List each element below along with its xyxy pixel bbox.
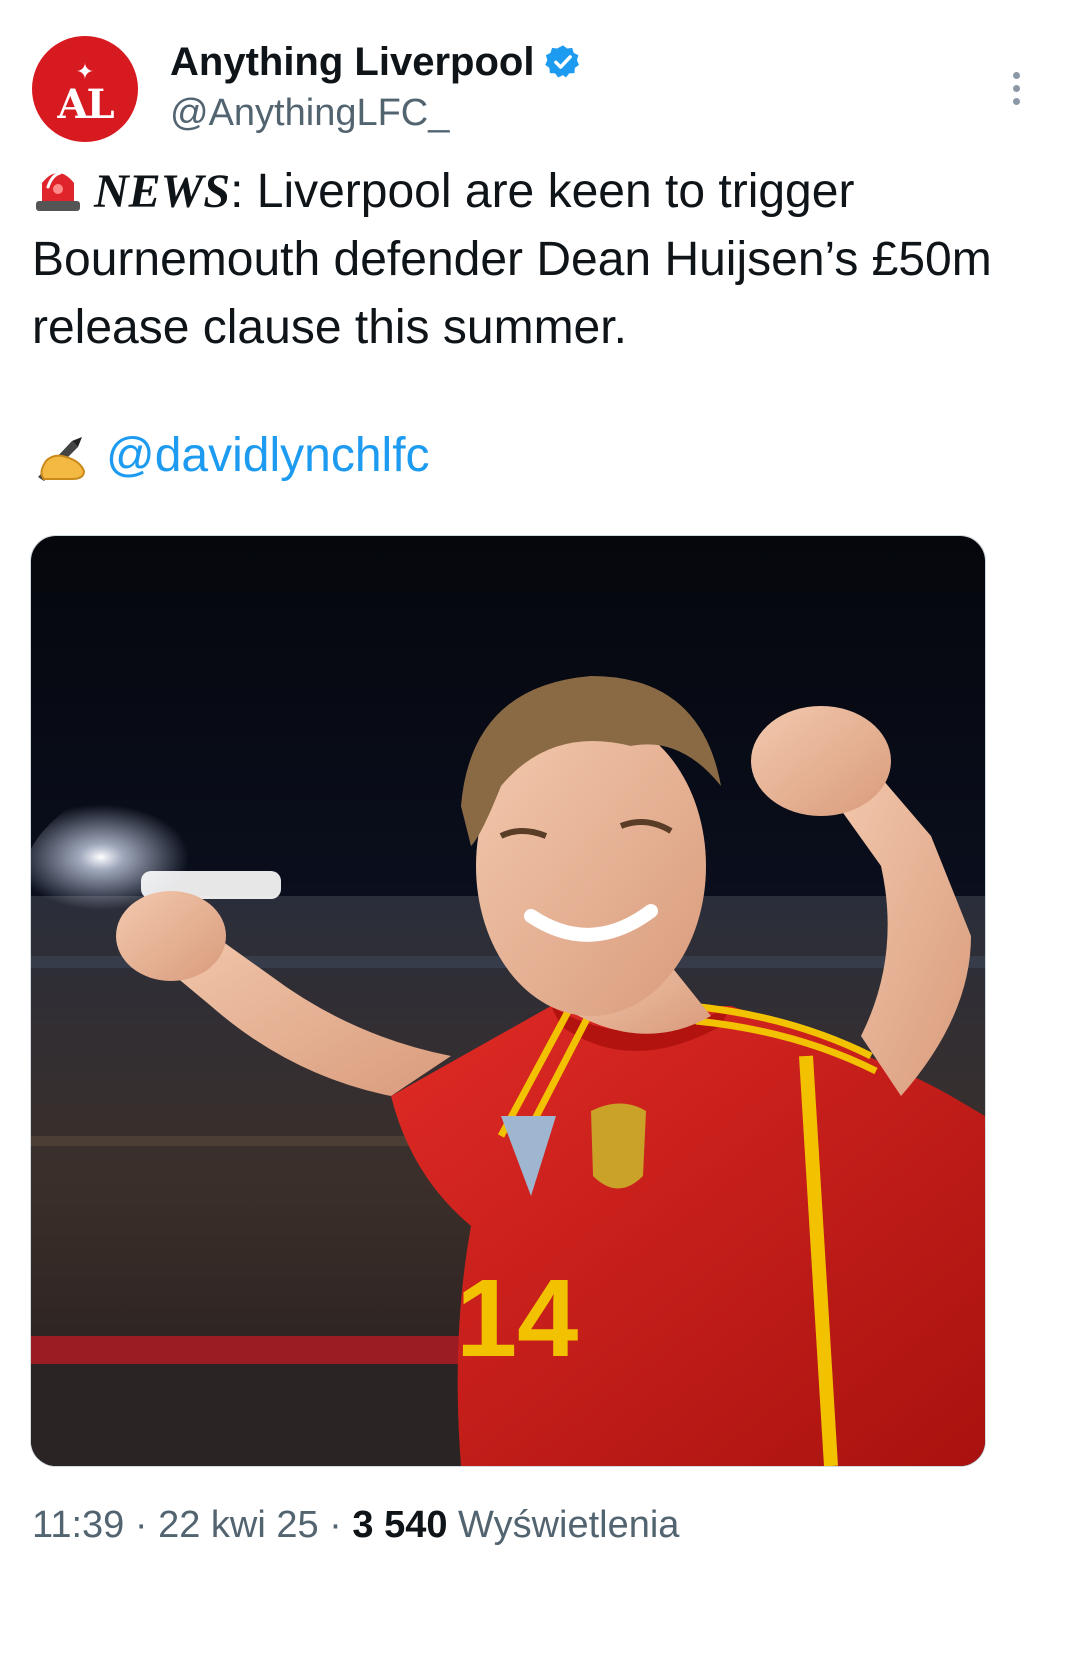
views-count: 3 540 xyxy=(352,1504,448,1546)
tweet-text: NEWS: Liverpool are keen to trigger Bour… xyxy=(32,158,1032,362)
writing-hand-icon xyxy=(38,437,86,481)
tweet-header: ✦ AL Anything Liverpool @AnythingLFC_ xyxy=(32,36,1036,146)
more-options-icon[interactable] xyxy=(996,58,1036,118)
news-label: NEWS xyxy=(94,165,231,218)
player-celebration-photo: 14 xyxy=(31,536,985,1466)
meta-separator: · xyxy=(318,1504,353,1546)
jersey-number: 14 xyxy=(456,1257,578,1380)
verified-badge-icon xyxy=(545,45,580,78)
author-handle[interactable]: @AnythingLFC_ xyxy=(170,88,582,138)
author-names: Anything Liverpool @AnythingLFC_ xyxy=(170,36,582,138)
avatar-monogram: AL xyxy=(57,81,114,128)
byline: @davidlynchlfc xyxy=(32,422,430,490)
avatar[interactable]: ✦ AL xyxy=(32,36,138,142)
tweet-meta: 11:39 · 22 kwi 25 · 3 540 Wyświetlenia xyxy=(32,1500,679,1550)
mention-link[interactable]: @davidlynchlfc xyxy=(106,422,430,490)
police-car-light-icon xyxy=(36,171,80,211)
display-name[interactable]: Anything Liverpool xyxy=(170,36,534,88)
tweet-time[interactable]: 11:39 xyxy=(32,1504,124,1546)
tweet-date[interactable]: 22 kwi 25 xyxy=(158,1504,319,1546)
meta-separator: · xyxy=(124,1504,159,1546)
news-colon: : xyxy=(230,165,244,218)
views-label: Wyświetlenia xyxy=(447,1504,680,1546)
tweet-image[interactable]: 14 xyxy=(30,535,986,1467)
liverbird-icon: ✦ xyxy=(75,59,95,84)
display-name-row: Anything Liverpool xyxy=(170,36,582,88)
